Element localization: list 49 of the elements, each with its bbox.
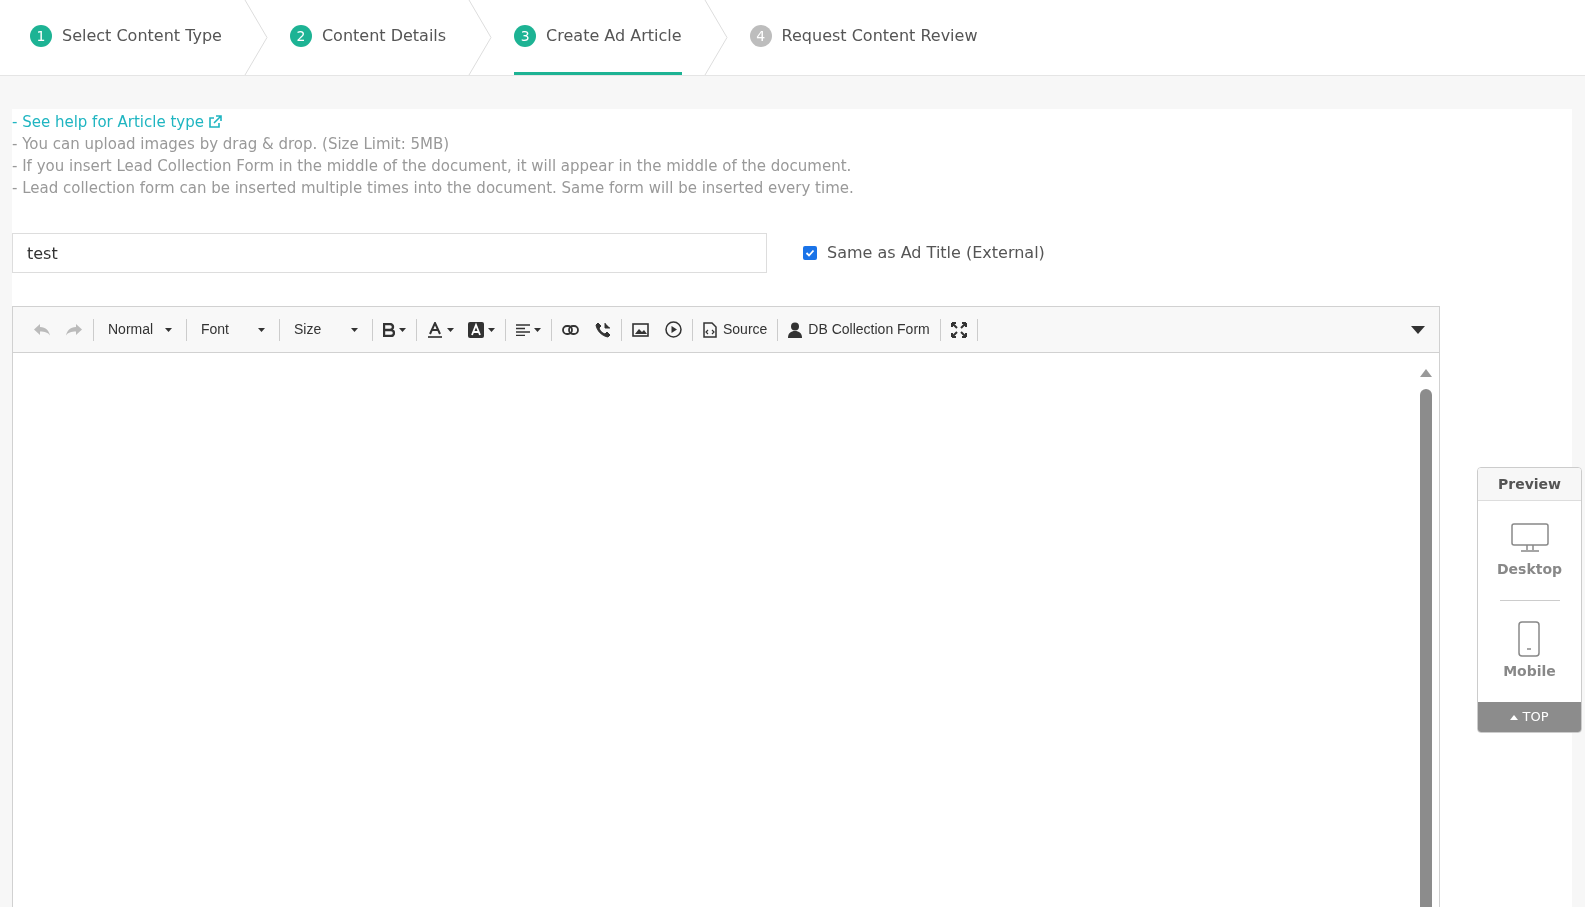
monitor-icon xyxy=(1510,523,1549,553)
checkbox-label: Same as Ad Title (External) xyxy=(827,242,1045,264)
checkbox[interactable] xyxy=(803,246,817,260)
step-tab[interactable]: 2 Content Details xyxy=(289,0,447,75)
help-note: - You can upload images by drag & drop. (Size Limit: 5MB) xyxy=(12,134,451,155)
caret-icon xyxy=(351,327,358,332)
caret-icon xyxy=(399,327,406,332)
image-icon xyxy=(632,322,649,337)
background-color-icon xyxy=(468,321,484,338)
help-note: - Lead collection form can be inserted multiple times into the document. Same form will be inserted every time. xyxy=(12,178,855,199)
source-button[interactable]: Source xyxy=(699,319,772,340)
caret-icon xyxy=(258,327,265,332)
bold-icon xyxy=(383,322,395,337)
step-number: 2 xyxy=(289,25,312,47)
mobile-preview-button[interactable]: Mobile xyxy=(1503,601,1556,702)
step-tab[interactable]: 1 Select Content Type xyxy=(30,0,222,75)
title-input[interactable]: test xyxy=(12,233,767,273)
external-link-icon xyxy=(207,115,222,129)
caret-icon xyxy=(488,327,495,332)
format-dropdown[interactable]: Normal xyxy=(100,319,180,340)
desktop-preview-button[interactable]: Desktop xyxy=(1496,501,1563,600)
document-code-icon xyxy=(703,321,717,338)
undo-icon xyxy=(33,322,51,337)
person-icon xyxy=(788,321,803,338)
step-tab[interactable]: 4 Request Content Review xyxy=(749,0,978,75)
caret-icon xyxy=(534,327,541,332)
checkmark-icon xyxy=(805,248,815,258)
collection-form-button[interactable]: DB Collection Form xyxy=(784,319,934,340)
redo-icon xyxy=(65,322,83,337)
play-icon xyxy=(665,321,682,338)
step-number: 4 xyxy=(749,25,772,47)
more-button[interactable] xyxy=(1411,325,1425,334)
caret-icon xyxy=(165,327,172,332)
format-dropdown[interactable]: Size xyxy=(286,319,366,340)
link-icon xyxy=(562,324,579,335)
phone-icon xyxy=(1518,621,1541,657)
text-color-icon xyxy=(427,321,443,338)
step-tab[interactable]: 3 Create Ad Article xyxy=(514,0,682,75)
help-note: - If you insert Lead Collection Form in the middle of the document, it will appear in the middle of the document. xyxy=(12,156,853,177)
phone-icon xyxy=(595,321,611,338)
caret-up-icon xyxy=(1510,714,1519,720)
step-number: 1 xyxy=(30,25,52,47)
align-icon xyxy=(516,323,530,336)
expand-icon xyxy=(950,321,967,338)
step-number: 3 xyxy=(514,25,537,47)
caret-icon xyxy=(447,327,454,332)
format-dropdown[interactable]: Font xyxy=(193,319,273,340)
preview-title: Preview xyxy=(1478,468,1581,501)
caret-down-icon xyxy=(1411,325,1425,334)
